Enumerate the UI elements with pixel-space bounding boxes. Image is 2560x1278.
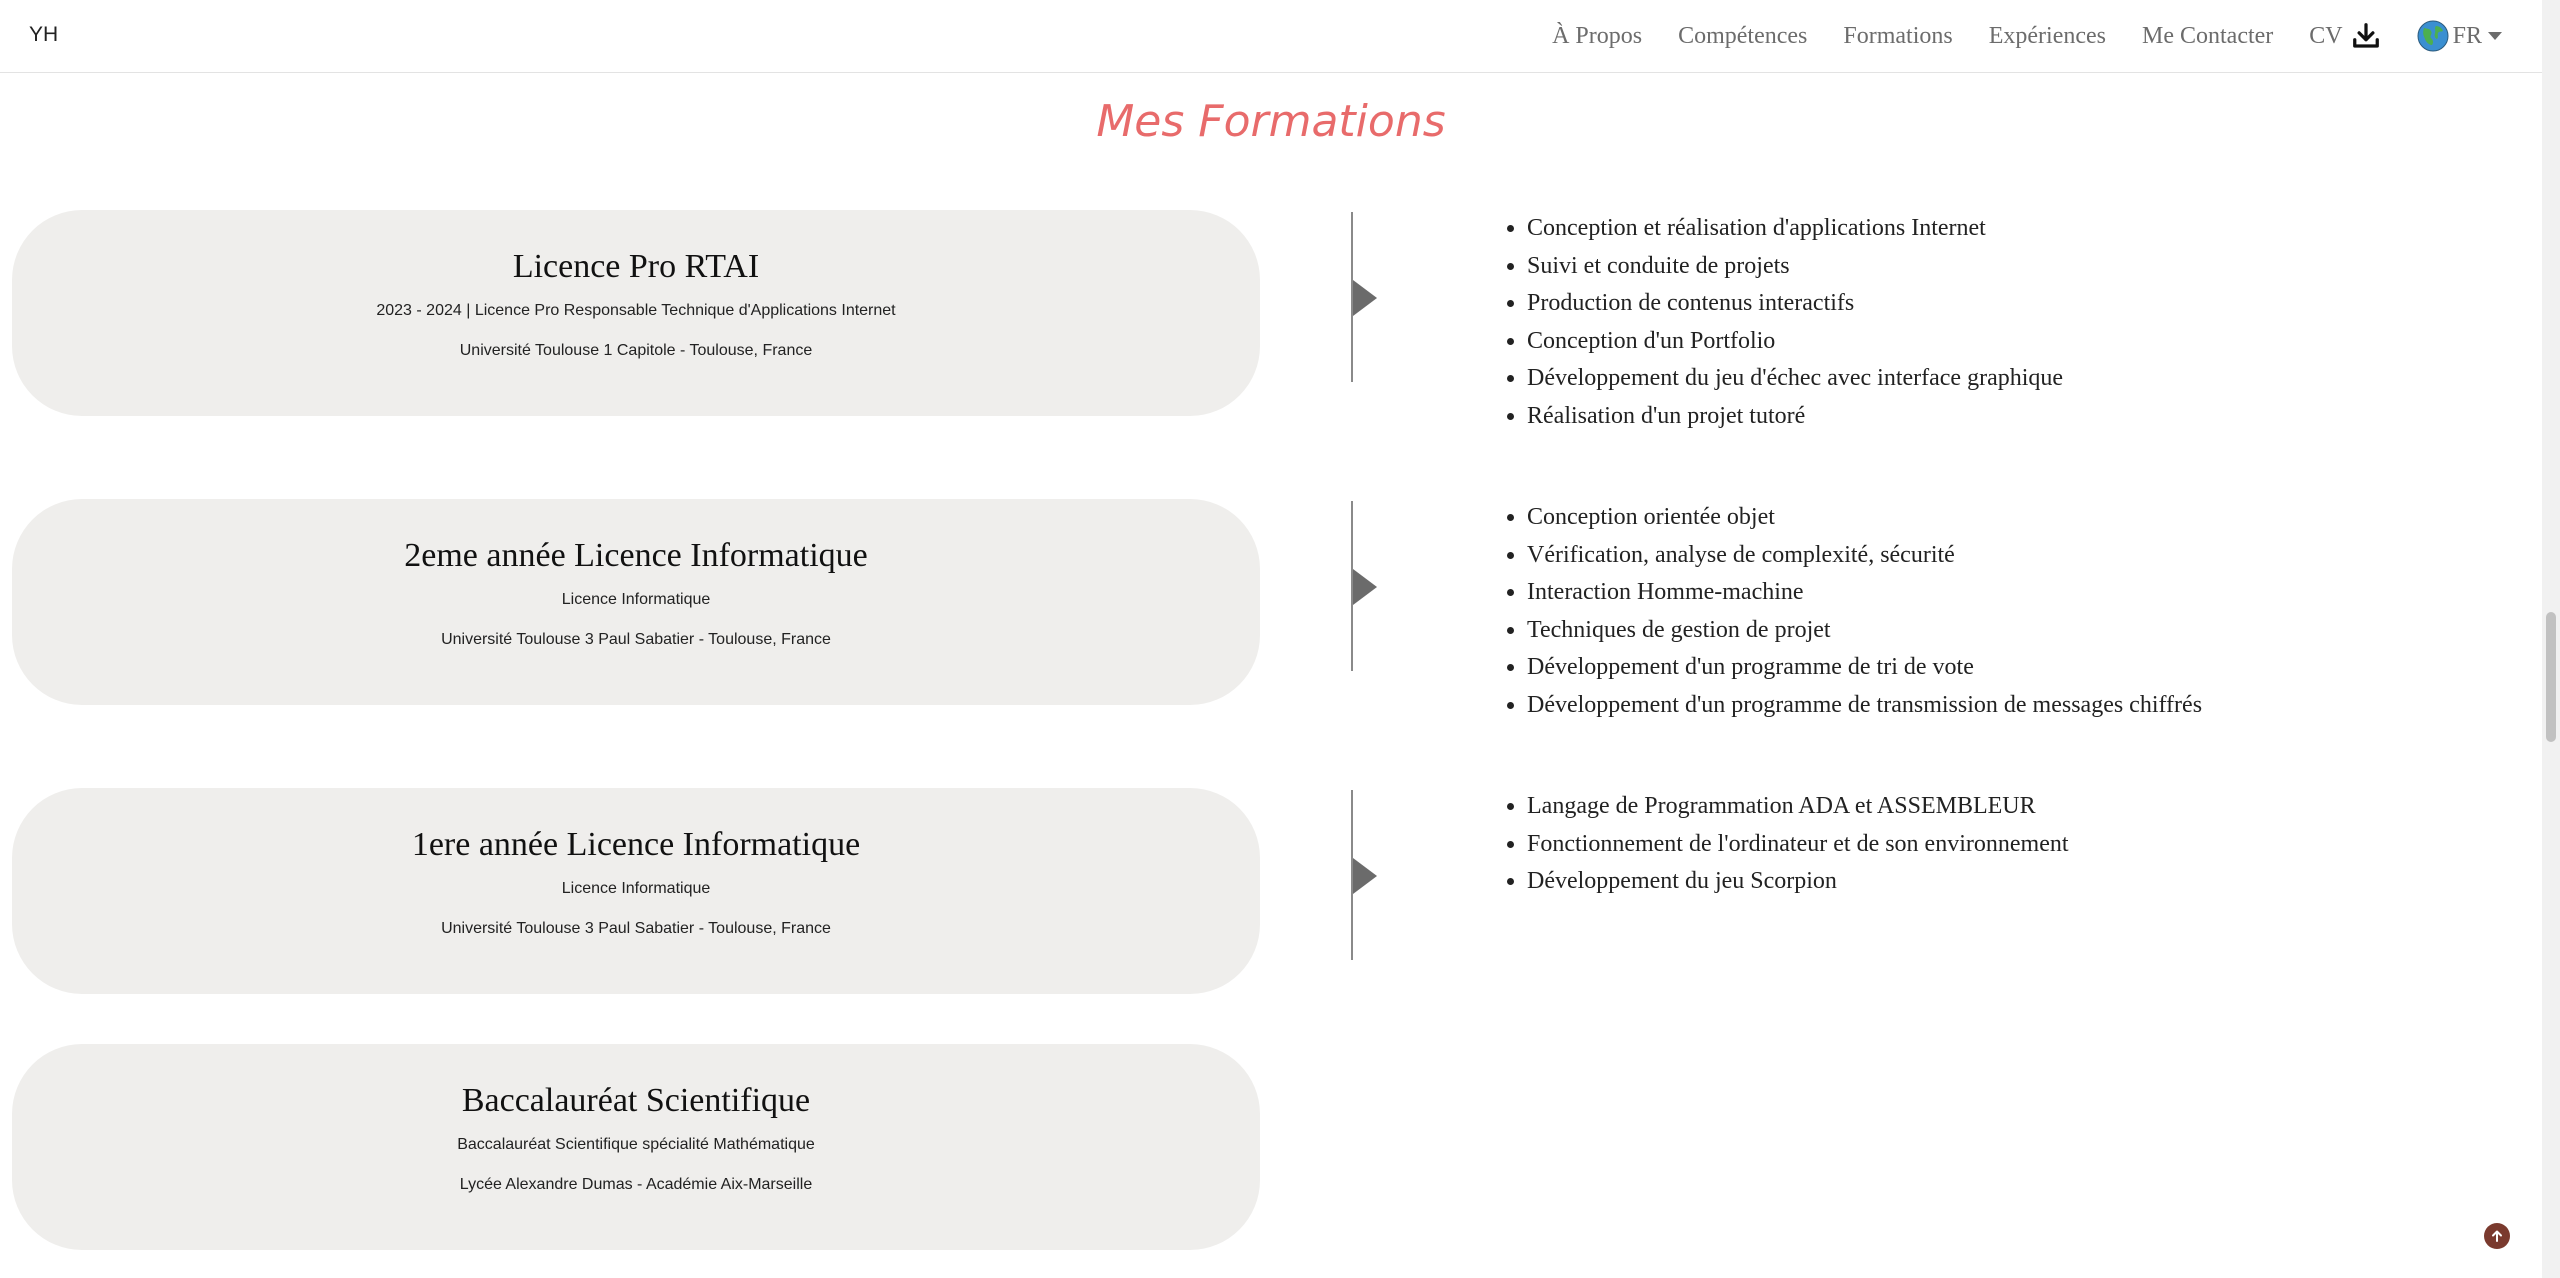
- brand-logo[interactable]: YH: [29, 23, 58, 47]
- cv-label: CV: [2309, 22, 2343, 49]
- nav-link-experiences[interactable]: Expériences: [1989, 23, 2106, 50]
- formation-title: 2eme année Licence Informatique: [404, 537, 868, 574]
- globe-icon: [2417, 20, 2449, 52]
- detail-item: Développement du jeu d'échec avec interf…: [1527, 360, 2063, 398]
- detail-item: Conception et réalisation d'applications…: [1527, 210, 2063, 248]
- timeline-arrow-icon: [1353, 280, 1377, 316]
- timeline-arrow-icon: [1353, 858, 1377, 894]
- arrow-up-icon: [2492, 1230, 2502, 1242]
- formation-title: Licence Pro RTAI: [512, 248, 760, 285]
- section-title: Mes Formations: [1096, 96, 1446, 147]
- detail-item: Développement d'un programme de transmis…: [1527, 687, 2202, 725]
- language-selector[interactable]: FR: [2417, 20, 2502, 52]
- formation-card: 1ere année Licence Informatique Licence …: [12, 788, 1260, 994]
- caret-down-icon: [2488, 32, 2502, 40]
- formation-school: Université Toulouse 1 Capitole - Toulous…: [459, 342, 813, 359]
- formation-card: 2eme année Licence Informatique Licence …: [12, 499, 1260, 705]
- nav-link-competences[interactable]: Compétences: [1678, 23, 1807, 50]
- scrollbar-thumb[interactable]: [2546, 612, 2556, 742]
- language-label: FR: [2452, 22, 2482, 49]
- nav-links: À Propos Compétences Formations Expérien…: [1552, 0, 2502, 72]
- timeline-arrow-icon: [1353, 569, 1377, 605]
- formation-school: Université Toulouse 3 Paul Sabatier - To…: [441, 920, 831, 937]
- formation-subtitle: 2023 - 2024 | Licence Pro Responsable Te…: [376, 302, 896, 319]
- formation-details-list: Conception et réalisation d'applications…: [1497, 210, 2063, 436]
- nav-link-contact[interactable]: Me Contacter: [2142, 23, 2273, 50]
- formation-title: Baccalauréat Scientifique: [461, 1082, 811, 1119]
- detail-item: Techniques de gestion de projet: [1527, 612, 2202, 650]
- detail-item: Suivi et conduite de projets: [1527, 248, 2063, 286]
- detail-item: Conception d'un Portfolio: [1527, 323, 2063, 361]
- formation-title: 1ere année Licence Informatique: [411, 826, 861, 863]
- formation-card: Licence Pro RTAI 2023 - 2024 | Licence P…: [12, 210, 1260, 416]
- detail-item: Développement du jeu Scorpion: [1527, 863, 2069, 901]
- cv-download-link[interactable]: CV: [2309, 21, 2380, 51]
- formation-subtitle: Licence Informatique: [561, 880, 711, 897]
- detail-item: Développement d'un programme de tri de v…: [1527, 649, 2202, 687]
- detail-item: Interaction Homme-machine: [1527, 574, 2202, 612]
- nav-link-formations[interactable]: Formations: [1843, 23, 1952, 50]
- formation-school: Lycée Alexandre Dumas - Académie Aix-Mar…: [459, 1176, 813, 1193]
- formation-subtitle: Baccalauréat Scientifique spécialité Mat…: [457, 1136, 815, 1153]
- formation-card: Baccalauréat Scientifique Baccalauréat S…: [12, 1044, 1260, 1250]
- formation-details-list: Conception orientée objet Vérification, …: [1497, 499, 2202, 725]
- detail-item: Conception orientée objet: [1527, 499, 2202, 537]
- detail-item: Langage de Programmation ADA et ASSEMBLE…: [1527, 788, 2069, 826]
- download-icon: [2351, 21, 2381, 51]
- detail-item: Réalisation d'un projet tutoré: [1527, 398, 2063, 436]
- formation-details-list: Langage de Programmation ADA et ASSEMBLE…: [1497, 788, 2069, 901]
- scrollbar[interactable]: [2542, 0, 2560, 1278]
- nav-link-a-propos[interactable]: À Propos: [1552, 23, 1642, 50]
- formation-subtitle: Licence Informatique: [561, 591, 711, 608]
- navbar: YH À Propos Compétences Formations Expér…: [0, 0, 2542, 73]
- detail-item: Fonctionnement de l'ordinateur et de son…: [1527, 826, 2069, 864]
- back-to-top-button[interactable]: [2484, 1223, 2510, 1249]
- detail-item: Production de contenus interactifs: [1527, 285, 2063, 323]
- detail-item: Vérification, analyse de complexité, séc…: [1527, 537, 2202, 575]
- formation-school: Université Toulouse 3 Paul Sabatier - To…: [441, 631, 831, 648]
